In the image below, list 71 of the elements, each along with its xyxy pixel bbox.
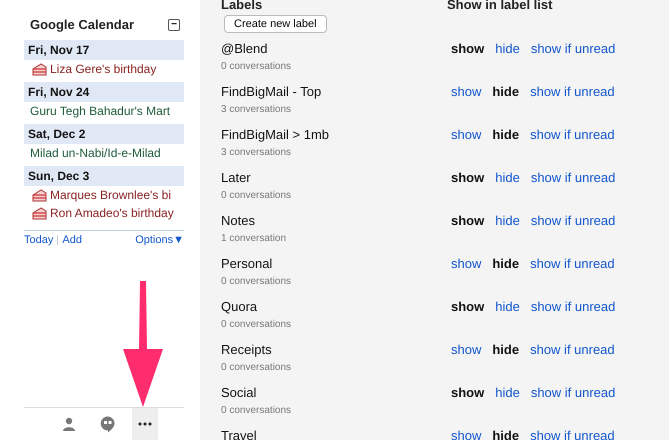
conversation-count: 3 conversations [221, 147, 292, 158]
conversation-count: 0 conversations [221, 319, 292, 330]
day-header: Fri, Nov 24 [24, 82, 184, 102]
visibility-option[interactable]: show if unread [530, 299, 616, 314]
visibility-option[interactable]: show [451, 170, 484, 185]
visibility-option[interactable]: show if unread [530, 41, 616, 56]
visibility-option[interactable]: hide [492, 256, 520, 271]
label-name: Social [221, 385, 258, 400]
visibility-option[interactable]: show if unread [530, 127, 615, 142]
cake-icon [32, 206, 47, 220]
visibility-option[interactable]: hide [495, 213, 520, 228]
more-button[interactable] [132, 408, 158, 440]
cake-icon [32, 62, 47, 76]
event-title[interactable]: Guru Tegh Bahadur's Mart [30, 104, 170, 118]
visibility-option[interactable]: hide [495, 170, 520, 185]
day-header: Sat, Dec 2 [24, 124, 184, 144]
visibility-option[interactable]: show if unread [530, 84, 615, 99]
visibility-option[interactable]: show if unread [530, 342, 615, 357]
label-name: Notes [221, 213, 256, 228]
create-label-button[interactable]: Create new label [224, 15, 327, 33]
visibility-option[interactable]: show [451, 299, 484, 314]
conversation-count: 0 conversations [221, 362, 292, 373]
visibility-option[interactable]: show if unread [530, 428, 615, 440]
cake-icon [32, 188, 47, 202]
event-title[interactable]: Marques Brownlee's bi [50, 188, 172, 202]
visibility-option[interactable]: show if unread [530, 213, 616, 228]
visibility-option[interactable]: show [451, 256, 482, 271]
visibility-option[interactable]: hide [495, 299, 520, 314]
conversation-count: 0 conversations [221, 190, 292, 201]
label-name: @Blend [221, 41, 268, 56]
calendar-link[interactable]: Today [24, 234, 54, 246]
options-link[interactable]: Options▼ [135, 234, 184, 246]
label-name: Travel [221, 428, 258, 440]
visibility-option[interactable]: show [451, 41, 484, 56]
visibility-option[interactable]: show [451, 84, 482, 99]
quote-bubble-icon [100, 416, 114, 432]
person-icon [62, 417, 76, 431]
label-name: FindBigMail - Top [221, 84, 322, 99]
visibility-option[interactable]: show [451, 213, 484, 228]
event-title[interactable]: Liza Gere's birthday [50, 62, 156, 76]
visibility-option[interactable]: hide [492, 127, 520, 142]
gadget-title: Google Calendar [30, 17, 134, 32]
visibility-option[interactable]: show if unread [530, 170, 616, 185]
day-header: Sun, Dec 3 [24, 166, 184, 186]
visibility-option[interactable]: show if unread [530, 256, 615, 271]
label-name: Later [221, 170, 252, 185]
visibility-option[interactable]: hide [495, 385, 520, 400]
visibility-option[interactable]: show [451, 385, 484, 400]
visibility-option[interactable]: hide [492, 84, 520, 99]
conversation-count: 3 conversations [221, 104, 292, 115]
conversation-count: 1 conversation [221, 233, 288, 244]
event-title[interactable]: Ron Amadeo's birthday [50, 206, 174, 220]
calendar-link[interactable]: Add [62, 234, 82, 246]
conversation-count: 0 conversations [221, 276, 292, 287]
visibility-option[interactable]: hide [492, 342, 520, 357]
visibility-option[interactable]: hide [492, 428, 520, 440]
conversation-count: 0 conversations [221, 61, 292, 72]
visibility-option[interactable]: show [451, 428, 482, 440]
more-icon [138, 422, 152, 426]
label-name: Personal [221, 256, 274, 271]
label-name: Quora [221, 299, 258, 314]
visibility-option[interactable]: show if unread [530, 385, 616, 400]
day-header: Fri, Nov 17 [24, 40, 184, 60]
visibility-option[interactable]: hide [495, 41, 520, 56]
collapse-button[interactable]: − [168, 18, 180, 30]
label-name: Receipts [221, 342, 273, 357]
visibility-option[interactable]: show [451, 342, 482, 357]
conversation-count: 0 conversations [221, 405, 292, 416]
visibility-option[interactable]: show [451, 127, 482, 142]
event-title[interactable]: Milad un-Nabi/Id-e-Milad [30, 146, 161, 160]
label-name: FindBigMail > 1mb [221, 127, 330, 142]
